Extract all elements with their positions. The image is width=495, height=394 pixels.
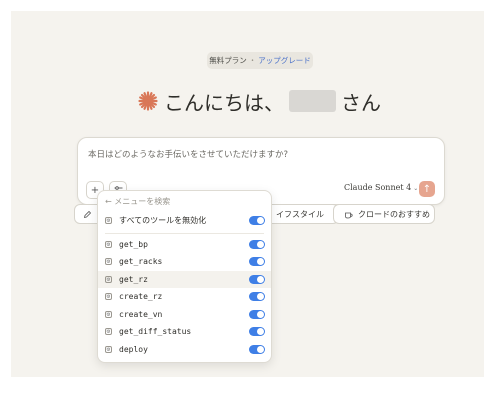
tool-row[interactable]: ⚙ deploy	[98, 341, 271, 358]
tool-icon: ⚙	[105, 217, 112, 224]
coffee-icon	[345, 212, 353, 218]
model-selector[interactable]: Claude Sonnet 4 ⌄	[344, 183, 418, 192]
tool-toggle[interactable]	[249, 310, 265, 319]
tool-name: create_vn	[119, 310, 163, 319]
tool-toggle[interactable]	[249, 275, 265, 284]
tool-toggle[interactable]	[249, 345, 265, 354]
tool-icon: ⚙	[105, 293, 112, 300]
claude-spark-icon	[138, 91, 158, 111]
plan-badge[interactable]: 無料プラン ・ アップグレード	[207, 52, 313, 69]
tool-toggle[interactable]	[249, 327, 265, 336]
pencil-icon	[83, 210, 92, 218]
tool-name: get_diff_status	[119, 327, 192, 336]
upgrade-link[interactable]: アップグレード	[258, 55, 311, 66]
tool-icon: ⚙	[105, 311, 112, 318]
tool-row[interactable]: ⚙ get_bp	[98, 236, 271, 253]
tool-row[interactable]: ⚙ create_vn	[98, 306, 271, 323]
tool-name: create_rz	[119, 292, 163, 301]
tool-name: get_racks	[119, 257, 163, 266]
tools-menu: ← メニューを検索 ⚙ すべてのツールを無効化 ⚙ get_bp ⚙ get_rack…	[97, 190, 272, 363]
tool-row[interactable]: ⚙ create_rz	[98, 288, 271, 305]
greeting: こんにちは、 さん	[138, 86, 381, 116]
tool-row[interactable]: ⚙ get_rz	[98, 271, 271, 288]
model-label: Claude Sonnet 4	[344, 183, 412, 192]
tool-name: deploy	[119, 345, 148, 354]
disable-all-toggle[interactable]	[249, 216, 265, 225]
plan-separator: ・	[248, 56, 257, 65]
tool-icon: ⚙	[105, 258, 112, 265]
menu-back-search[interactable]: ← メニューを検索	[105, 196, 170, 207]
tool-name: get_rz	[119, 275, 148, 284]
send-button[interactable]: ↑	[419, 181, 435, 197]
menu-search-label: メニューを検索	[114, 197, 171, 206]
claude-pick-chip[interactable]: クロードのおすすめ	[333, 204, 435, 224]
composer-placeholder[interactable]: 本日はどのようなお手伝いをさせていただけますか?	[88, 148, 288, 160]
redacted-username	[289, 90, 336, 112]
tool-row[interactable]: ⚙ get_diff_status	[98, 323, 271, 340]
greeting-text-before: こんにちは、	[164, 90, 284, 115]
tool-toggle[interactable]	[249, 240, 265, 249]
arrow-left-icon: ←	[105, 197, 112, 206]
tool-icon: ⚙	[105, 276, 112, 283]
tool-name: get_bp	[119, 240, 148, 249]
arrow-up-icon: ↑	[422, 183, 432, 195]
claude-pick-chip-label: クロードのおすすめ	[358, 209, 430, 219]
tool-icon: ⚙	[105, 328, 112, 335]
menu-divider	[105, 233, 264, 234]
tool-toggle[interactable]	[249, 292, 265, 301]
disable-all-label: すべてのツールを無効化	[119, 216, 207, 225]
disable-all-row[interactable]: ⚙ すべてのツールを無効化	[98, 212, 271, 229]
lifestyle-chip[interactable]: イフスタイル	[265, 204, 339, 224]
chevron-down-icon: ⌄	[413, 185, 419, 192]
tool-toggle[interactable]	[249, 257, 265, 266]
tool-icon: ⚙	[105, 241, 112, 248]
tool-row[interactable]: ⚙ get_racks	[98, 253, 271, 270]
greeting-text-after: さん	[341, 90, 381, 115]
tool-icon: ⚙	[105, 346, 112, 353]
lifestyle-chip-label: イフスタイル	[276, 209, 324, 219]
plan-free-label: 無料プラン	[209, 56, 247, 65]
